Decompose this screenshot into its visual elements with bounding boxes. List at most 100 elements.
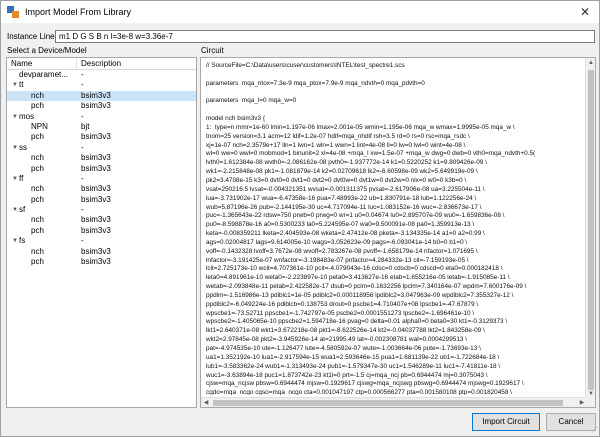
tree-row[interactable]: pch bsim3v3 <box>7 257 196 267</box>
window-title: Import Model From Library <box>25 7 132 17</box>
circuit-line: parameters mqa_l=0 mqa_w=0 <box>206 97 297 105</box>
tree-row[interactable]: nch bsim3v3 <box>7 215 196 225</box>
tree-row-name: ss <box>19 142 27 152</box>
tree-row[interactable]: pch bsim3v3 <box>7 132 196 142</box>
scroll-up-icon[interactable]: ▲ <box>586 58 595 68</box>
tree-row-description: bjt <box>81 121 90 131</box>
column-header-name[interactable]: Name <box>7 58 77 69</box>
tree-row-description: - <box>81 142 84 152</box>
scroll-left-icon[interactable]: ◀ <box>201 398 211 407</box>
vertical-scrollbar[interactable]: ▲ ▼ <box>585 58 595 399</box>
circuit-line: lua=-3.731902e-17 wua=-6.47358e-16 pua=7… <box>206 194 477 202</box>
circuit-text-view[interactable]: // SourceFile=C:\Data\users\cuser\custom… <box>200 57 596 408</box>
circuit-section-label: Circuit <box>201 46 224 55</box>
tree-row[interactable]: nch bsim3v3 <box>7 90 196 102</box>
tree-row[interactable]: ▼ ff - <box>7 174 196 184</box>
tree-row-name: pch <box>31 163 44 173</box>
tree-row-name-cell: pch <box>7 195 77 205</box>
circuit-line <box>206 89 583 98</box>
tree-row-description: bsim3v3 <box>81 90 111 100</box>
instance-line-input[interactable] <box>55 29 595 43</box>
circuit-line: pk2=3.4708e-15 k3=0 dvt0=0 dvt1=0 dvt2=0… <box>206 176 467 184</box>
circuit-line: 1: type=n mmr=1e-60 lmin=1.197e-06 lmax=… <box>206 123 515 131</box>
tree-row[interactable]: nch bsim3v3 <box>7 184 196 194</box>
tree-row-description: bsim3v3 <box>81 215 111 225</box>
tree-row-name-cell: devparamet... <box>7 70 77 80</box>
tree-row-description: bsim3v3 <box>81 184 111 194</box>
circuit-line <box>206 106 583 115</box>
circuit-line: wetab=-2.093848e-11 petab=2.422582e-17 d… <box>206 283 527 291</box>
tree-row[interactable]: ▼ fs - <box>7 236 196 246</box>
tree-row[interactable]: nch bsim3v3 <box>7 247 196 257</box>
circuit-line: wpscbe1=-73.52711 ppscbe1=-1.742797e-05 … <box>206 309 475 317</box>
circuit-line: pu0=-8.598878e-16 a0=0.5300233 la0=5.224… <box>206 221 475 229</box>
tree-row-name: pch <box>31 194 44 204</box>
title-bar[interactable]: Import Model From Library ✕ <box>1 1 599 23</box>
expand-arrow-icon[interactable]: ▼ <box>11 143 19 153</box>
circuit-line <box>206 71 583 80</box>
tree-row[interactable]: devparamet... - <box>7 70 196 80</box>
tree-row-description: - <box>81 80 84 90</box>
tree-row-name: pch <box>31 132 44 142</box>
circuit-line: wuc1=-3.63894e-18 puc1=1.873742e-23 kt1l… <box>206 371 488 379</box>
vertical-scroll-thumb[interactable] <box>588 70 594 390</box>
expand-arrow-icon[interactable]: ▼ <box>11 174 19 184</box>
tree-row-name-cell: pch <box>7 257 77 267</box>
expand-arrow-icon[interactable]: ▼ <box>11 112 19 122</box>
tree-row[interactable]: nch bsim3v3 <box>7 153 196 163</box>
device-model-tree[interactable]: Name Description devparamet... - ▼ tt - nch bs… <box>6 57 197 408</box>
tree-row-name-cell: ▼ sf <box>7 205 77 215</box>
circuit-line: voff=-0.1432328 lvoff=3.7672e-08 wvoff=2… <box>206 247 478 255</box>
tree-row[interactable]: ▼ ss - <box>7 143 196 153</box>
import-circuit-button[interactable]: Import Circuit <box>472 413 540 431</box>
circuit-line: vsat=250216.5 lvsat=-0.004321351 wvsat=-… <box>206 185 485 193</box>
tree-row[interactable]: pch bsim3v3 <box>7 101 196 111</box>
tree-row[interactable]: pch bsim3v3 <box>7 195 196 205</box>
tree-row-name: pch <box>31 225 44 235</box>
expand-arrow-icon[interactable]: ▼ <box>11 236 19 246</box>
circuit-line: lub1=-3.583362e-24 wub1=-1.313493e-24 pu… <box>206 362 501 370</box>
tree-row-name-cell: pch <box>7 132 77 142</box>
column-header-description[interactable]: Description <box>77 58 196 69</box>
tree-row-description: bsim3v3 <box>81 246 111 256</box>
expand-arrow-icon[interactable]: ▼ <box>11 80 19 90</box>
tree-row-description: - <box>81 173 84 183</box>
tree-row[interactable]: ▼ tt - <box>7 80 196 90</box>
close-icon[interactable]: ✕ <box>577 4 593 20</box>
tree-row[interactable]: pch bsim3v3 <box>7 226 196 236</box>
tree-row[interactable]: ▼ sf - <box>7 205 196 215</box>
tree-row-description: bsim3v3 <box>81 225 111 235</box>
circuit-line: xj=1e-07 nch=2.3579e+17 lln=1 lwn=1 wln=… <box>206 141 466 149</box>
circuit-line: cjsw=mqa_ncjsw pbsw=0.6944474 mjsw=0.192… <box>206 380 524 388</box>
tree-row-description: bsim3v3 <box>81 132 111 142</box>
tree-row-description: bsim3v3 <box>81 153 111 163</box>
horizontal-scroll-thumb[interactable] <box>213 400 563 406</box>
tree-row-name-cell: ▼ mos <box>7 112 77 122</box>
circuit-line: leta0=4.891961e-10 weta0=-2.223897e-10 p… <box>206 274 510 282</box>
tree-row-name-cell: ▼ ff <box>7 174 77 184</box>
circuit-line: wkt2=2.97845e-08 pkt2=-3.945926e-14 at=2… <box>206 336 467 344</box>
tree-row-description: bsim3v3 <box>81 194 111 204</box>
circuit-line: ppdiblc2=-6.049224e-16 pdiblcb=0.138753 … <box>206 300 479 308</box>
circuit-line: cgdo=mqa_ncgo cgso=mqa_ncgo cta=0.001047… <box>206 389 512 395</box>
expand-arrow-icon[interactable]: ▼ <box>11 205 19 215</box>
tree-row-name: mos <box>19 111 35 121</box>
circuit-line: pat=-4.974535e-10 ute=-1.126477 lute=-4.… <box>206 345 481 352</box>
horizontal-scrollbar[interactable]: ◀ ▶ <box>201 397 587 407</box>
circuit-netlist-text: // SourceFile=C:\Data\users\cuser\custom… <box>206 62 583 395</box>
tree-row-name: devparamet... <box>19 70 68 79</box>
circuit-line: wub=5.87196e-26 pub=-2.144195e-30 uc=4.7… <box>206 203 482 211</box>
circuit-line: parameters mqa_ntox=7.3e-9 mqa_ptox=7.9e… <box>206 79 425 87</box>
tree-row-description: - <box>81 236 84 246</box>
tree-row-name: nch <box>31 184 44 194</box>
resize-grip-icon[interactable]: ⋰ <box>590 427 598 435</box>
tree-row-description: - <box>81 205 84 215</box>
tree-body: devparamet... - ▼ tt - nch bsim3v3 pch bsim3v3 ▼ m… <box>7 70 196 267</box>
tree-row[interactable]: NPN bjt <box>7 122 196 132</box>
cancel-button[interactable]: Cancel <box>546 413 596 431</box>
tree-row-name: nch <box>31 90 44 100</box>
tree-row-name: nch <box>31 215 44 225</box>
tree-row-name-cell: ▼ fs <box>7 236 77 246</box>
tree-row[interactable]: pch bsim3v3 <box>7 164 196 174</box>
tree-row[interactable]: ▼ mos - <box>7 112 196 122</box>
